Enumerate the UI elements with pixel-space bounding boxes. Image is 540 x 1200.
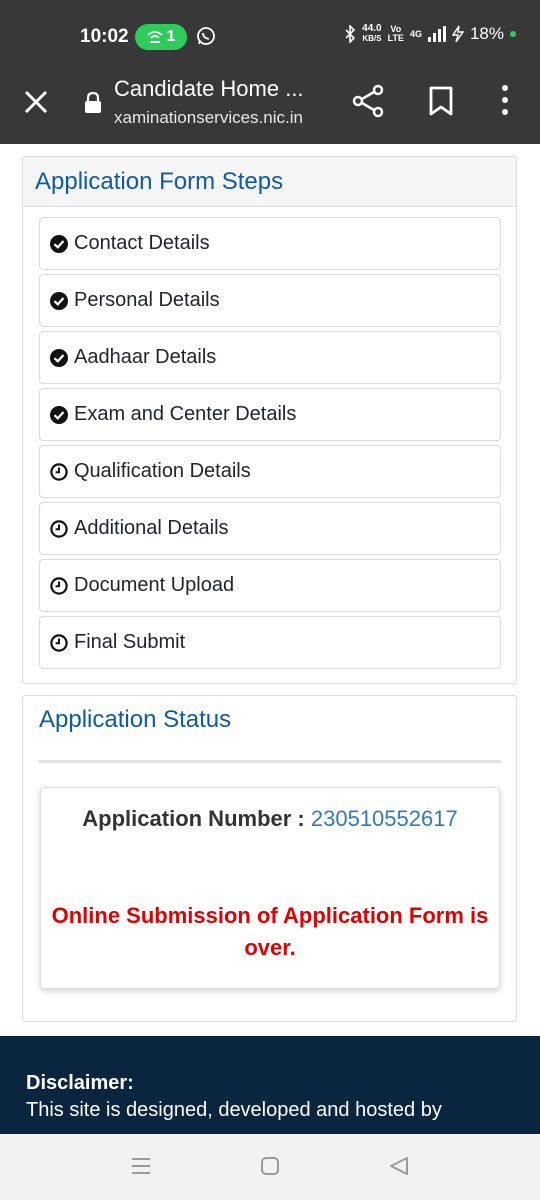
clock-time: 10:02	[80, 26, 129, 47]
footer: Disclaimer: This site is designed, devel…	[0, 1036, 540, 1134]
step-label: Additional Details	[74, 517, 229, 539]
step-item[interactable]: Contact Details	[39, 217, 501, 270]
close-icon[interactable]	[22, 88, 50, 116]
privacy-dot	[510, 31, 516, 37]
network-speed: 44.0 KB/S	[362, 23, 382, 44]
step-item[interactable]: Document Upload	[39, 559, 501, 612]
step-label: Personal Details	[74, 289, 220, 311]
step-label: Document Upload	[74, 574, 235, 596]
network-type: 4G	[409, 28, 422, 39]
browser-toolbar: Candidate Home ... xaminationservices.ni…	[0, 72, 540, 144]
share-icon[interactable]	[352, 84, 384, 118]
bluetooth-icon	[345, 25, 356, 43]
back-icon[interactable]	[388, 1156, 410, 1176]
clock-icon	[50, 462, 68, 481]
signal-icon	[427, 26, 446, 42]
hotspot-icon	[146, 31, 163, 43]
step-label: Exam and Center Details	[74, 403, 297, 425]
divider	[39, 760, 501, 763]
hotspot-badge: 1	[135, 24, 187, 50]
status-right: 44.0 KB/S Vo LTE 4G 18%	[344, 24, 516, 44]
application-status-title: Application Status	[39, 706, 232, 733]
application-number-value: 230510552617	[310, 806, 458, 831]
hotspot-count: 1	[166, 28, 176, 45]
system-nav-bar	[0, 1134, 540, 1200]
bookmark-icon[interactable]	[428, 86, 454, 116]
application-number-label: Application Number :	[82, 806, 305, 831]
disclaimer-title: Disclaimer:	[26, 1072, 134, 1094]
disclaimer-text: This site is designed, developed and hos…	[26, 1099, 442, 1121]
step-label: Aadhaar Details	[74, 346, 217, 368]
form-steps-panel: Application Form Steps Contact Details Pe…	[22, 156, 517, 684]
status-bar: 10:02 1 44.0 KB/S Vo LTE 4G 18%	[0, 0, 540, 72]
check-circle-icon	[50, 234, 68, 253]
recent-apps-icon[interactable]	[130, 1156, 152, 1176]
step-label: Final Submit	[74, 631, 186, 653]
application-status-panel: Application Status Application Number : …	[22, 695, 517, 1022]
page-url[interactable]: xaminationservices.nic.in	[114, 108, 303, 128]
home-icon[interactable]	[260, 1156, 280, 1176]
page-title: Candidate Home ...	[114, 76, 304, 101]
form-steps-header: Application Form Steps	[23, 157, 516, 207]
check-circle-icon	[50, 291, 68, 310]
application-number-row: Application Number : 230510552617	[41, 806, 499, 832]
step-item[interactable]: Aadhaar Details	[39, 331, 501, 384]
whatsapp-icon	[197, 27, 215, 45]
check-circle-icon	[50, 405, 68, 424]
status-card: Application Number : 230510552617 Online…	[40, 787, 500, 989]
clock-icon	[50, 576, 68, 595]
steps-list: Contact Details Personal Details Aadhaar D…	[39, 217, 501, 673]
more-options-icon[interactable]	[498, 84, 512, 116]
step-item[interactable]: Exam and Center Details	[39, 388, 501, 441]
charging-icon	[451, 25, 464, 43]
step-item[interactable]: Additional Details	[39, 502, 501, 555]
battery-percent: 18%	[469, 24, 504, 43]
clock-icon	[50, 633, 68, 652]
clock-icon	[50, 519, 68, 538]
submission-closed-message: Online Submission of Application Form is…	[51, 903, 489, 960]
step-item[interactable]: Personal Details	[39, 274, 501, 327]
step-item[interactable]: Qualification Details	[39, 445, 501, 498]
step-item[interactable]: Final Submit	[39, 616, 501, 669]
check-circle-icon	[50, 348, 68, 367]
step-label: Contact Details	[74, 232, 210, 254]
lock-icon	[85, 92, 101, 113]
volte-indicator: Vo LTE	[387, 24, 404, 43]
step-label: Qualification Details	[74, 460, 251, 482]
form-steps-title: Application Form Steps	[35, 167, 284, 195]
